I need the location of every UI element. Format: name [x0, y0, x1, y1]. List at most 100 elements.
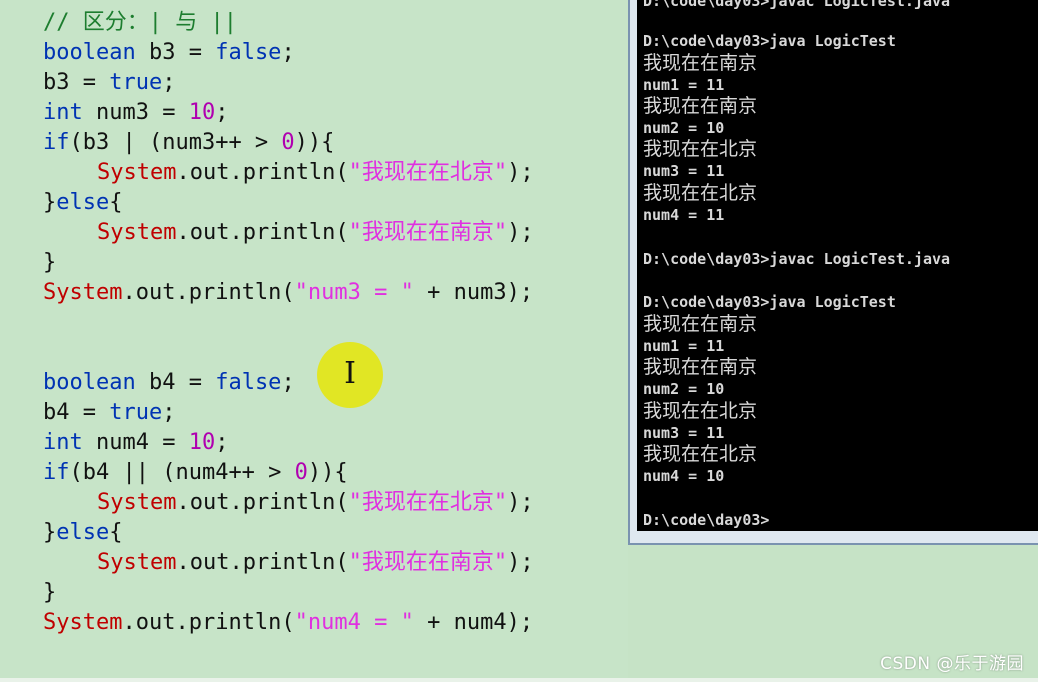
code-token-plain: (b3 | (num3++ > [69, 130, 282, 155]
code-line[interactable]: System.out.println("我现在在北京"); [97, 488, 534, 518]
code-line[interactable]: if(b3 | (num3++ > 0)){ [43, 128, 334, 158]
code-token-plain: } [43, 520, 57, 545]
code-token-kw: if [43, 460, 70, 485]
code-token-plain: ); [507, 550, 534, 575]
code-line[interactable]: System.out.println("我现在在南京"); [97, 218, 534, 248]
bottom-strip [0, 678, 1038, 682]
code-line[interactable]: System.out.println("num4 = " + num4); [43, 608, 533, 638]
code-token-plain: (b4 || (num4++ > [69, 460, 295, 485]
code-token-kw: false [215, 370, 282, 395]
code-token-kw: if [43, 130, 70, 155]
code-token-kw: true [109, 70, 163, 95]
console-line: D:\code\day03>java LogicTest [643, 293, 896, 311]
console-line: D:\code\day03>javac LogicTest.java [643, 0, 951, 10]
console-line: 我现在在南京 [643, 52, 758, 74]
console-line: 我现在在北京 [643, 400, 758, 422]
code-token-cls: System [43, 610, 123, 635]
code-line[interactable]: int num3 = 10; [43, 98, 228, 128]
cursor-highlight: I [317, 342, 383, 408]
code-token-str: "我现在在北京" [348, 490, 508, 515]
code-token-plain: b3 = [135, 40, 216, 65]
code-token-str: "我现在在南京" [348, 220, 508, 245]
code-token-plain: .out.println( [176, 220, 349, 245]
code-token-cls: System [97, 220, 177, 245]
console-line: num4 = 10 [643, 467, 725, 485]
code-token-plain: .out.println( [176, 160, 349, 185]
code-token-plain: + num4); [413, 610, 534, 635]
console-line: 我现在在北京 [643, 138, 758, 160]
code-line[interactable]: System.out.println("num3 = " + num3); [43, 278, 533, 308]
console-output[interactable]: D:\code\day03>javac LogicTest.java D:\co… [637, 0, 1038, 531]
code-token-num: 10 [188, 100, 216, 125]
code-token-plain: num3 = [82, 100, 189, 125]
code-token-plain: num4 = [82, 430, 189, 455]
code-token-plain: ); [507, 160, 534, 185]
console-line: D:\code\day03>java LogicTest [643, 32, 896, 50]
code-token-str: "num4 = " [294, 610, 414, 635]
console-line: num2 = 10 [643, 380, 725, 398]
console-line: 我现在在南京 [643, 95, 758, 117]
code-token-kw: boolean [43, 40, 136, 65]
code-token-num: 10 [188, 430, 216, 455]
code-token-plain: { [109, 520, 123, 545]
code-line[interactable]: boolean b3 = false; [43, 38, 295, 68]
code-token-plain: )){ [307, 460, 348, 485]
console-line: 我现在在北京 [643, 443, 758, 465]
code-token-num: 0 [294, 460, 308, 485]
console-line: D:\code\day03>javac LogicTest.java [643, 250, 951, 268]
code-editor[interactable]: // 区分：| 与 || boolean b3 = false; b3 = tr… [0, 0, 628, 682]
code-token-plain: ; [162, 70, 176, 95]
code-token-plain: ; [281, 370, 295, 395]
console-line: num1 = 11 [643, 76, 725, 94]
code-token-cmt: // 区分：| 与 || [43, 10, 237, 35]
code-token-plain: + num3); [413, 280, 534, 305]
code-token-plain: ); [507, 490, 534, 515]
code-token-plain: b3 = [43, 70, 110, 95]
code-token-plain: { [109, 190, 123, 215]
watermark: CSDN @乐于游园 [880, 654, 1024, 674]
code-line[interactable]: int num4 = 10; [43, 428, 228, 458]
console-line: 我现在在南京 [643, 313, 758, 335]
code-token-plain: } [43, 250, 57, 275]
code-line[interactable]: System.out.println("我现在在南京"); [97, 548, 534, 578]
code-token-num: 0 [281, 130, 295, 155]
code-token-plain: b4 = [43, 400, 110, 425]
code-line[interactable]: b3 = true; [43, 68, 175, 98]
code-token-plain: .out.println( [122, 610, 295, 635]
code-token-kw: int [43, 100, 83, 125]
code-line[interactable]: b4 = true; [43, 398, 175, 428]
code-token-plain: } [43, 190, 57, 215]
code-token-plain: ; [215, 430, 229, 455]
code-token-kw: false [215, 40, 282, 65]
code-line[interactable]: } [43, 248, 56, 278]
code-token-plain: ); [507, 220, 534, 245]
code-token-kw: true [109, 400, 163, 425]
code-line[interactable]: boolean b4 = false; [43, 368, 295, 398]
code-token-plain: } [43, 580, 57, 605]
code-line[interactable]: }else{ [43, 188, 122, 218]
code-token-kw: else [56, 520, 110, 545]
code-token-kw: int [43, 430, 83, 455]
code-token-cls: System [97, 160, 177, 185]
code-token-plain: )){ [294, 130, 335, 155]
code-token-str: "我现在在南京" [348, 550, 508, 575]
code-line[interactable]: }else{ [43, 518, 122, 548]
text-cursor-icon: I [344, 356, 356, 391]
console-line: num3 = 11 [643, 424, 725, 442]
code-token-str: "我现在在北京" [348, 160, 508, 185]
console-line: num1 = 11 [643, 337, 725, 355]
console-line: num3 = 11 [643, 162, 725, 180]
code-token-cls: System [97, 490, 177, 515]
code-line[interactable]: System.out.println("我现在在北京"); [97, 158, 534, 188]
code-token-plain: .out.println( [176, 550, 349, 575]
code-token-plain: .out.println( [176, 490, 349, 515]
code-token-plain: b4 = [135, 370, 216, 395]
code-token-kw: boolean [43, 370, 136, 395]
code-token-cls: System [43, 280, 123, 305]
code-line[interactable]: if(b4 || (num4++ > 0)){ [43, 458, 348, 488]
console-line: num4 = 11 [643, 206, 725, 224]
code-line[interactable]: } [43, 578, 56, 608]
code-token-str: "num3 = " [294, 280, 414, 305]
console-line: 我现在在南京 [643, 356, 758, 378]
code-line[interactable]: // 区分：| 与 || [43, 8, 237, 38]
